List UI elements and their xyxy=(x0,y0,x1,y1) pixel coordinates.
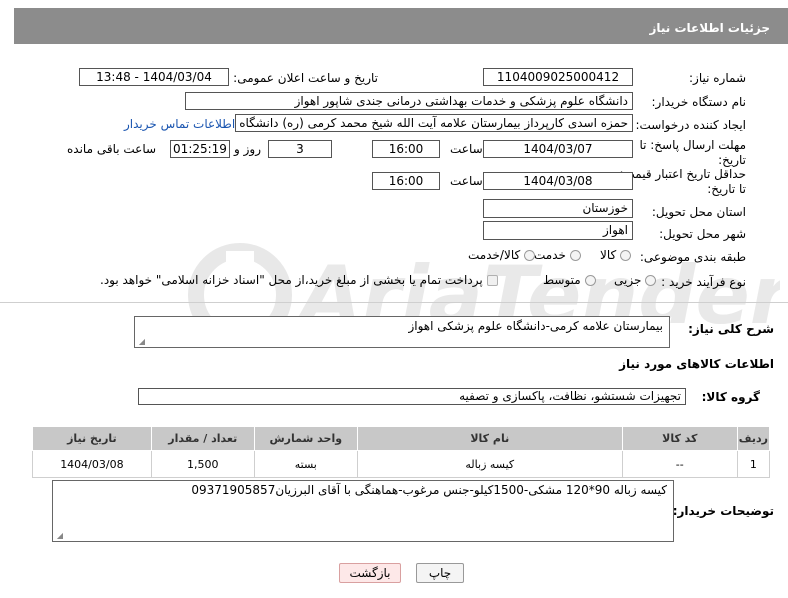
need-number-label: شماره نیاز: xyxy=(689,71,746,85)
payment-note: پرداخت تمام یا بخشی از مبلغ خرید،از محل … xyxy=(100,273,483,287)
city-label: شهر محل تحویل: xyxy=(659,227,746,241)
radio-goods[interactable] xyxy=(620,250,632,261)
back-button[interactable]: بازگشت xyxy=(339,563,401,583)
deadline-label-line1: مهلت ارسال پاسخ: تا xyxy=(639,138,746,152)
goods-section-title: اطلاعات کالاهای مورد نیاز xyxy=(619,357,774,371)
validity-label-line1: حداقل تاریخ اعتبار قیمت: xyxy=(619,167,746,181)
table-header-row: ردیف کد کالا نام کالا واحد شمارش تعداد /… xyxy=(32,426,771,451)
radio-goods-service[interactable] xyxy=(524,250,536,261)
col-need-date: تاریخ نیاز xyxy=(32,426,152,451)
buyer-notes-label: توضیحات خریدار: xyxy=(672,504,774,518)
buyer-notes-textarea[interactable]: کیسه زباله 90*120 مشکی-1500کیلو-جنس مرغو… xyxy=(52,480,674,542)
deadline-label-line2: تاریخ: xyxy=(718,153,746,167)
buyer-org-field: دانشگاه علوم پزشکی و خدمات بهداشتی درمان… xyxy=(185,92,633,110)
category-label: طبقه بندی موضوعی: xyxy=(639,250,746,264)
col-row-number: ردیف xyxy=(736,426,771,451)
payment-checkbox[interactable] xyxy=(486,275,498,286)
deadline-time-field: 16:00 xyxy=(372,140,440,158)
radio-minor[interactable] xyxy=(645,275,657,286)
category-option-goods[interactable]: کالا xyxy=(600,248,632,262)
col-item-code: کد کالا xyxy=(621,426,738,451)
deadline-date-field: 1404/03/07 xyxy=(483,140,633,158)
deadline-time-label: ساعت xyxy=(450,142,483,156)
process-option-medium[interactable]: متوسط xyxy=(543,273,596,287)
announce-date-field: 1404/03/04 - 13:48 xyxy=(79,68,229,86)
announce-date-label: تاریخ و ساعت اعلان عمومی: xyxy=(233,71,378,85)
validity-time-field: 16:00 xyxy=(372,172,440,190)
table-row[interactable]: 1 -- کیسه زباله بسته 1,500 1404/03/08 xyxy=(32,450,771,478)
description-textarea[interactable]: بیمارستان علامه کرمی-دانشگاه علوم پزشکی … xyxy=(134,316,670,348)
buyer-notes-value: کیسه زباله 90*120 مشکی-1500کیلو-جنس مرغو… xyxy=(191,483,667,497)
category-service-label: خدمت xyxy=(534,248,566,262)
process-minor-label: جزیی xyxy=(614,273,642,287)
process-option-minor[interactable]: جزیی xyxy=(614,273,657,287)
resize-grip-icon[interactable]: ◢ xyxy=(55,532,63,540)
page-title-bar: جزئیات اطلاعات نیاز xyxy=(14,8,788,44)
buyer-org-label: نام دستگاه خریدار: xyxy=(651,95,747,109)
cell-item-name: کیسه زباله xyxy=(356,450,623,478)
col-unit: واحد شمارش xyxy=(253,426,358,451)
goods-group-label: گروه کالا: xyxy=(701,390,760,404)
remaining-time-label: ساعت باقی مانده xyxy=(67,142,157,156)
province-label: استان محل تحویل: xyxy=(651,205,746,219)
validity-date-field: 1404/03/08 xyxy=(483,172,633,190)
cell-item-code: -- xyxy=(621,450,738,478)
radio-medium[interactable] xyxy=(584,275,596,286)
cell-unit: بسته xyxy=(253,450,358,478)
col-quantity: تعداد / مقدار xyxy=(150,426,255,451)
print-button[interactable]: چاپ xyxy=(416,563,464,583)
page-title: جزئیات اطلاعات نیاز xyxy=(649,21,770,35)
validity-label-line2: تا تاریخ: xyxy=(707,182,746,196)
category-goods-label: کالا xyxy=(600,248,617,262)
remaining-time-field: 01:25:19 xyxy=(170,140,230,158)
description-label: شرح کلی نیاز: xyxy=(688,322,774,336)
category-option-service[interactable]: خدمت xyxy=(534,248,581,262)
days-label: روز و xyxy=(234,142,261,156)
divider xyxy=(0,302,788,303)
validity-time-label: ساعت xyxy=(450,174,483,188)
requester-label: ایجاد کننده درخواست: xyxy=(635,118,746,132)
resize-grip-icon[interactable]: ◢ xyxy=(137,338,145,346)
radio-service[interactable] xyxy=(569,250,581,261)
requester-field: حمزه اسدی کارپرداز بیمارستان علامه آیت ا… xyxy=(235,114,633,132)
process-label: نوع فرآیند خرید : xyxy=(661,275,746,289)
days-field: 3 xyxy=(268,140,332,158)
province-field: خوزستان xyxy=(483,199,633,218)
cell-need-date: 1404/03/08 xyxy=(32,450,152,478)
description-value: بیمارستان علامه کرمی-دانشگاه علوم پزشکی … xyxy=(408,319,663,333)
category-goods-service-label: کالا/خدمت xyxy=(468,248,521,262)
col-item-name: نام کالا xyxy=(356,426,623,451)
category-option-goods-service[interactable]: کالا/خدمت xyxy=(468,248,536,262)
process-medium-label: متوسط xyxy=(543,273,581,287)
payment-option[interactable]: پرداخت تمام یا بخشی از مبلغ خرید،از محل … xyxy=(100,273,498,287)
buyer-contact-link[interactable]: اطلاعات تماس خریدار xyxy=(124,117,235,131)
items-table: ردیف کد کالا نام کالا واحد شمارش تعداد /… xyxy=(32,426,771,478)
cell-quantity: 1,500 xyxy=(150,450,255,478)
goods-group-field: تجهیزات شستشو، نظافت، پاکسازی و تصفیه xyxy=(138,388,686,405)
cell-row-number: 1 xyxy=(736,450,771,478)
need-number-field: 1104009025000412 xyxy=(483,68,633,86)
city-field: اهواز xyxy=(483,221,633,240)
